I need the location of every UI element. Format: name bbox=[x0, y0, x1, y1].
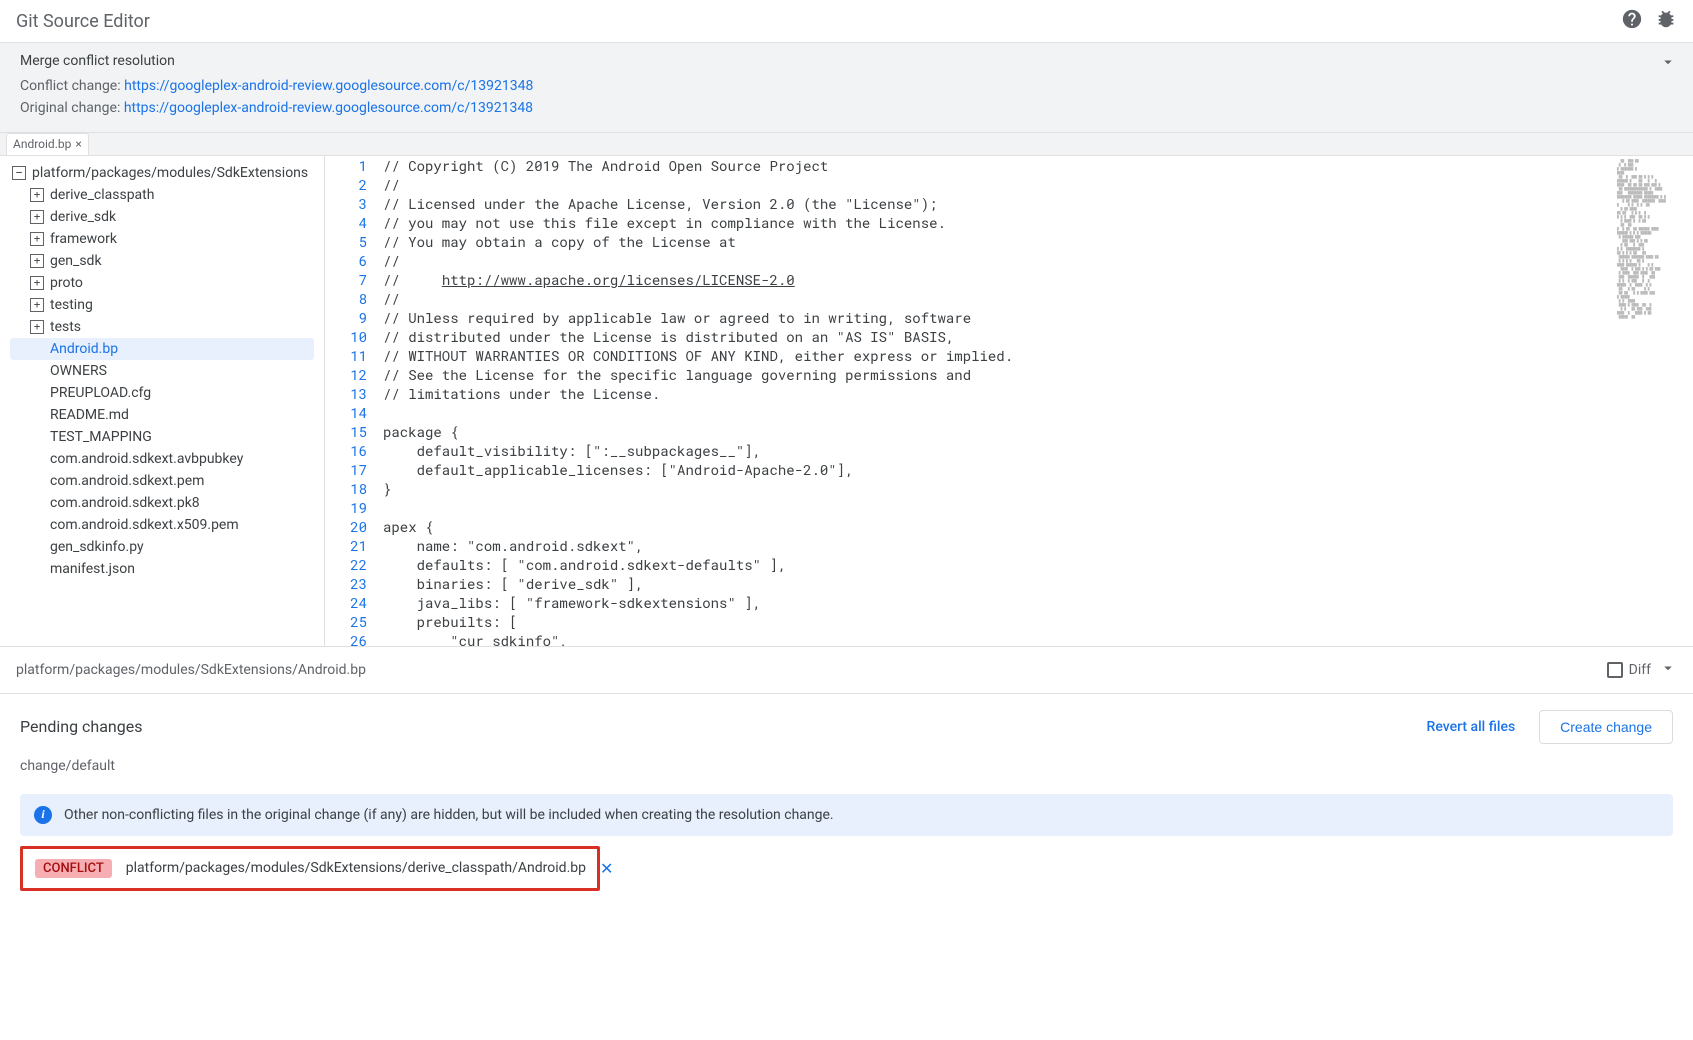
tree-label: manifest.json bbox=[50, 561, 135, 577]
tree-file[interactable]: com.android.sdkext.pk8 bbox=[10, 492, 314, 514]
tree-folder[interactable]: + proto bbox=[10, 272, 314, 294]
tree-file[interactable]: OWNERS bbox=[10, 360, 314, 382]
tree-label: com.android.sdkext.x509.pem bbox=[50, 517, 239, 533]
expand-icon[interactable]: + bbox=[30, 188, 44, 202]
change-ref: change/default bbox=[20, 758, 1673, 774]
tree-label: OWNERS bbox=[50, 363, 107, 379]
expand-icon[interactable]: + bbox=[30, 210, 44, 224]
tree-label: testing bbox=[50, 297, 93, 313]
conflict-change-label: Conflict change: bbox=[20, 78, 124, 94]
original-change-label: Original change: bbox=[20, 100, 124, 116]
file-tree[interactable]: −platform/packages/modules/SdkExtensions… bbox=[0, 156, 325, 646]
collapse-icon[interactable]: − bbox=[12, 166, 26, 180]
tree-folder[interactable]: + framework bbox=[10, 228, 314, 250]
code-content[interactable]: // Copyright (C) 2019 The Android Open S… bbox=[383, 156, 1613, 646]
app-header: Git Source Editor bbox=[0, 0, 1693, 43]
tree-folder[interactable]: + derive_sdk bbox=[10, 206, 314, 228]
tree-file[interactable]: com.android.sdkext.pem bbox=[10, 470, 314, 492]
info-icon: i bbox=[34, 806, 52, 824]
conflict-change-link[interactable]: https://googleplex-android-review.google… bbox=[124, 78, 533, 94]
tree-label: Android.bp bbox=[50, 341, 118, 357]
info-text: Other non-conflicting files in the origi… bbox=[64, 807, 834, 823]
tree-folder[interactable]: −platform/packages/modules/SdkExtensions bbox=[10, 162, 314, 184]
collapse-panel-icon[interactable] bbox=[1659, 53, 1677, 75]
expand-icon[interactable]: + bbox=[30, 232, 44, 246]
conflict-badge: CONFLICT bbox=[35, 859, 112, 878]
expand-icon[interactable]: + bbox=[30, 254, 44, 268]
tree-label: PREUPLOAD.cfg bbox=[50, 385, 151, 401]
original-change-link[interactable]: https://googleplex-android-review.google… bbox=[124, 100, 533, 116]
tree-file[interactable]: Android.bp bbox=[10, 338, 314, 360]
tree-label: gen_sdk bbox=[50, 253, 102, 269]
merge-conflict-panel: Merge conflict resolution Conflict chang… bbox=[0, 43, 1693, 133]
expand-icon[interactable]: + bbox=[30, 320, 44, 334]
expand-icon[interactable]: + bbox=[30, 298, 44, 312]
conflict-file-path: platform/packages/modules/SdkExtensions/… bbox=[126, 860, 586, 876]
tree-label: TEST_MAPPING bbox=[50, 429, 152, 445]
tree-file[interactable]: TEST_MAPPING bbox=[10, 426, 314, 448]
tree-label: com.android.sdkext.pem bbox=[50, 473, 204, 489]
tree-label: derive_sdk bbox=[50, 209, 116, 225]
close-icon[interactable]: × bbox=[75, 137, 81, 151]
editor-tabbar: Android.bp × bbox=[0, 133, 1693, 156]
tree-label: platform/packages/modules/SdkExtensions bbox=[32, 165, 308, 181]
tree-label: tests bbox=[50, 319, 81, 335]
tree-label: framework bbox=[50, 231, 117, 247]
tree-label: gen_sdkinfo.py bbox=[50, 539, 144, 555]
line-gutter: 1234567891011121314151617181920212223242… bbox=[325, 156, 383, 646]
tree-label: README.md bbox=[50, 407, 129, 423]
tree-file[interactable]: gen_sdkinfo.py bbox=[10, 536, 314, 558]
tab-android-bp[interactable]: Android.bp × bbox=[6, 133, 89, 155]
path-bar: platform/packages/modules/SdkExtensions/… bbox=[0, 646, 1693, 694]
current-file-path: platform/packages/modules/SdkExtensions/… bbox=[16, 662, 366, 678]
help-icon[interactable] bbox=[1621, 8, 1643, 34]
app-title: Git Source Editor bbox=[16, 11, 1621, 32]
tree-folder[interactable]: + tests bbox=[10, 316, 314, 338]
tree-folder[interactable]: + gen_sdk bbox=[10, 250, 314, 272]
tree-label: com.android.sdkext.avbpubkey bbox=[50, 451, 243, 467]
merge-title: Merge conflict resolution bbox=[20, 53, 1673, 69]
pending-changes-section: Pending changes Revert all files Create … bbox=[0, 694, 1693, 794]
expand-icon[interactable]: + bbox=[30, 276, 44, 290]
tree-folder[interactable]: + derive_classpath bbox=[10, 184, 314, 206]
tab-label: Android.bp bbox=[13, 137, 71, 151]
minimap[interactable]: ██ ███ ██ █ █ ████ ███████ █ ████ ██ █ █… bbox=[1613, 156, 1693, 646]
tree-file[interactable]: PREUPLOAD.cfg bbox=[10, 382, 314, 404]
discard-icon[interactable]: ✕ bbox=[600, 859, 613, 878]
tree-label: derive_classpath bbox=[50, 187, 154, 203]
create-change-button[interactable]: Create change bbox=[1539, 710, 1673, 744]
diff-dropdown-icon[interactable] bbox=[1659, 659, 1677, 681]
tree-file[interactable]: README.md bbox=[10, 404, 314, 426]
tree-file[interactable]: manifest.json bbox=[10, 558, 314, 580]
tree-label: com.android.sdkext.pk8 bbox=[50, 495, 200, 511]
bug-icon[interactable] bbox=[1655, 8, 1677, 34]
code-editor[interactable]: 1234567891011121314151617181920212223242… bbox=[325, 156, 1613, 646]
revert-all-button[interactable]: Revert all files bbox=[1427, 719, 1516, 735]
pending-title: Pending changes bbox=[20, 717, 1427, 736]
diff-checkbox[interactable] bbox=[1607, 662, 1623, 678]
tree-file[interactable]: com.android.sdkext.avbpubkey bbox=[10, 448, 314, 470]
info-banner: i Other non-conflicting files in the ori… bbox=[20, 794, 1673, 836]
conflict-file-row[interactable]: CONFLICT platform/packages/modules/SdkEx… bbox=[20, 846, 600, 891]
diff-label: Diff bbox=[1629, 662, 1651, 678]
tree-folder[interactable]: + testing bbox=[10, 294, 314, 316]
tree-label: proto bbox=[50, 275, 83, 291]
tree-file[interactable]: com.android.sdkext.x509.pem bbox=[10, 514, 314, 536]
